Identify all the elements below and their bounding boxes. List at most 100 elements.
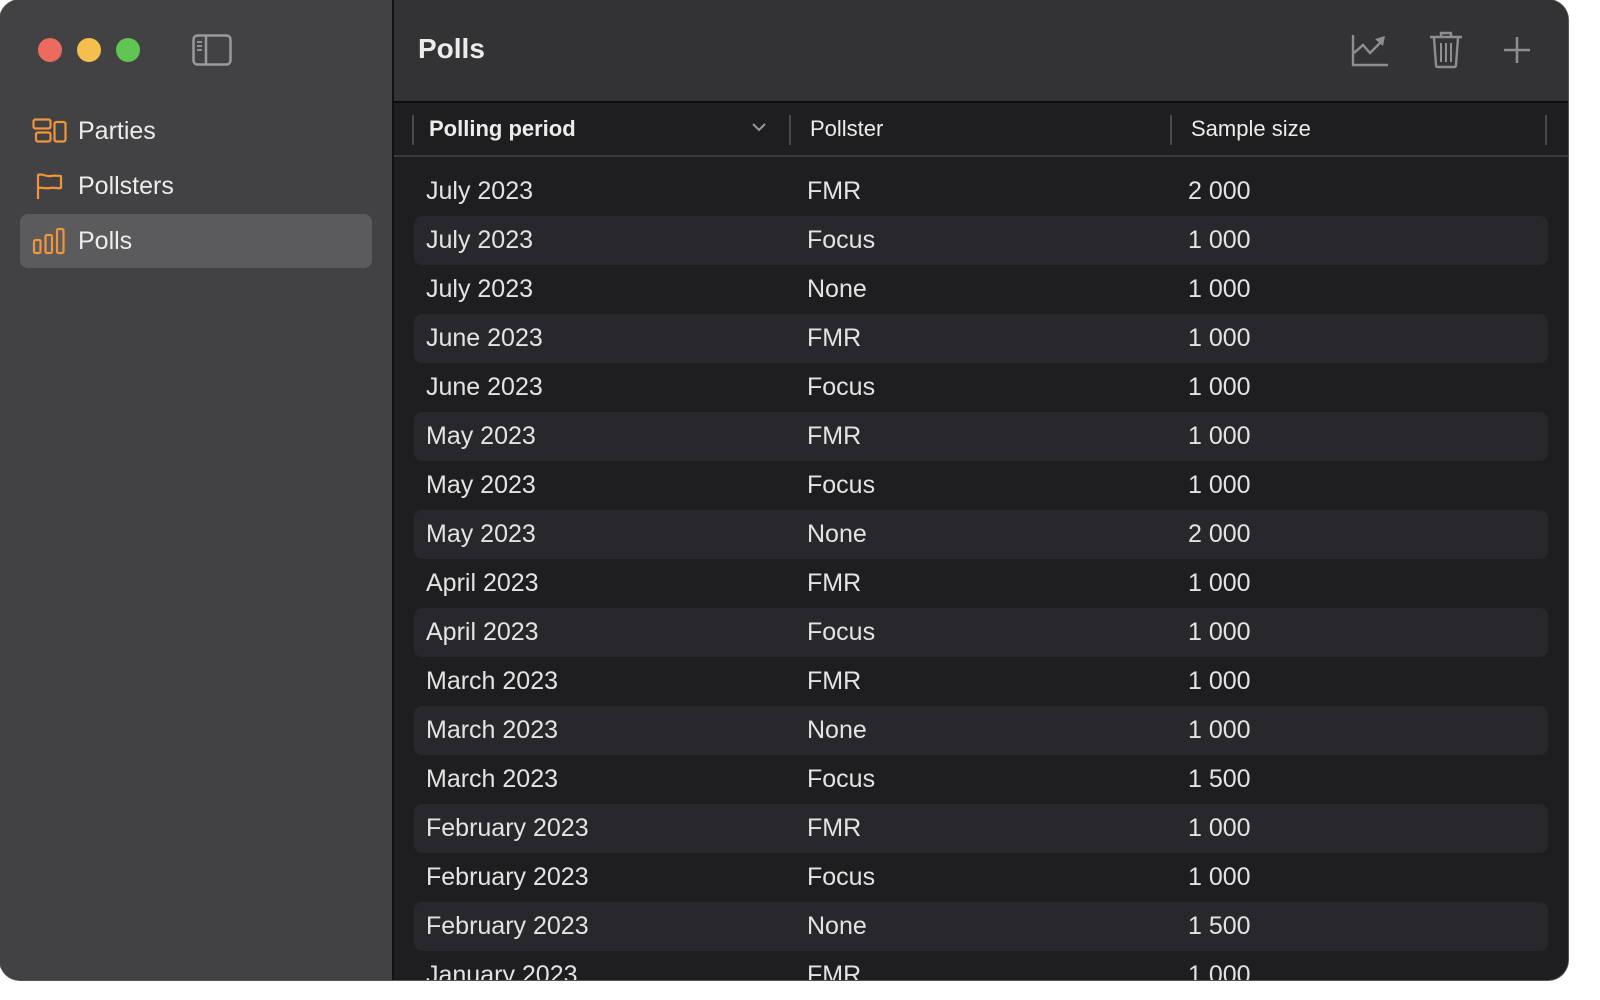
chevron-down-icon xyxy=(752,123,766,132)
table-row[interactable]: July 2023 FMR 2 000 xyxy=(414,167,1548,216)
cell-pollster: None xyxy=(807,912,867,940)
table-row[interactable]: February 2023 FMR 1 000 xyxy=(414,804,1548,853)
cell-polling-period: February 2023 xyxy=(426,863,589,891)
column-divider[interactable] xyxy=(412,115,414,145)
cell-polling-period: July 2023 xyxy=(426,275,534,303)
table-row[interactable]: June 2023 Focus 1 000 xyxy=(414,363,1548,412)
trash-icon xyxy=(1430,31,1462,69)
cell-pollster: Focus xyxy=(807,471,876,499)
cell-sample-size: 1 000 xyxy=(1188,716,1251,744)
column-header-label: Pollster xyxy=(810,116,884,141)
page-title: Polls xyxy=(418,33,485,64)
cell-pollster: FMR xyxy=(807,177,862,205)
column-divider[interactable] xyxy=(1545,115,1547,145)
cell-polling-period: April 2023 xyxy=(426,569,539,597)
cell-pollster: Focus xyxy=(807,618,876,646)
sidebar-nav: Parties Pollsters Polls xyxy=(20,104,372,269)
cell-pollster: FMR xyxy=(807,667,862,695)
plus-icon xyxy=(1504,37,1530,63)
sidebar-item-label: Parties xyxy=(78,116,156,145)
cell-pollster: Focus xyxy=(807,863,876,891)
app-window: Parties Pollsters Polls Polls Polling pe… xyxy=(0,0,1568,980)
column-header-sample-size[interactable]: Sample size xyxy=(1191,103,1541,155)
cell-sample-size: 1 000 xyxy=(1188,422,1251,450)
chart-line-uptrend-icon xyxy=(1351,35,1388,67)
column-header-polling-period[interactable]: Polling period xyxy=(429,103,779,155)
add-poll-button[interactable] xyxy=(1497,30,1537,70)
table-row[interactable]: July 2023 None 1 000 xyxy=(414,265,1548,314)
chart-button[interactable] xyxy=(1350,30,1390,70)
sidebar-item-label: Polls xyxy=(78,226,133,255)
sidebar-left-icon xyxy=(192,34,232,66)
table-row[interactable]: March 2023 Focus 1 500 xyxy=(414,755,1548,804)
table-row[interactable]: March 2023 FMR 1 000 xyxy=(414,657,1548,706)
cell-polling-period: May 2023 xyxy=(426,422,536,450)
close-window-button[interactable] xyxy=(38,38,62,62)
window-controls xyxy=(38,38,140,62)
cell-polling-period: April 2023 xyxy=(426,618,539,646)
cell-sample-size: 1 000 xyxy=(1188,373,1251,401)
cell-sample-size: 1 000 xyxy=(1188,226,1251,254)
bar-chart-icon xyxy=(32,227,68,255)
cell-pollster: Focus xyxy=(807,373,876,401)
cell-polling-period: February 2023 xyxy=(426,814,589,842)
cell-sample-size: 1 000 xyxy=(1188,814,1251,842)
sidebar-item-label: Pollsters xyxy=(78,171,174,200)
table-row[interactable]: May 2023 Focus 1 000 xyxy=(414,461,1548,510)
table-row[interactable]: May 2023 None 2 000 xyxy=(414,510,1548,559)
cell-sample-size: 1 000 xyxy=(1188,667,1251,695)
cell-sample-size: 1 000 xyxy=(1188,863,1251,891)
sidebar-toggle-button[interactable] xyxy=(192,34,232,66)
table-row[interactable]: January 2023 FMR 1 000 xyxy=(414,951,1548,980)
delete-button[interactable] xyxy=(1426,30,1466,70)
cell-sample-size: 1 000 xyxy=(1188,324,1251,352)
sidebar: Parties Pollsters Polls xyxy=(0,0,394,980)
cell-pollster: Focus xyxy=(807,226,876,254)
column-header-label: Sample size xyxy=(1191,116,1311,141)
cell-polling-period: May 2023 xyxy=(426,471,536,499)
cell-sample-size: 1 000 xyxy=(1188,569,1251,597)
cell-pollster: FMR xyxy=(807,961,862,980)
cell-pollster: Focus xyxy=(807,765,876,793)
cell-pollster: FMR xyxy=(807,324,862,352)
cell-sample-size: 1 000 xyxy=(1188,961,1251,980)
cell-sample-size: 1 500 xyxy=(1188,765,1251,793)
main-content: Polls Polling period Pollster Sample siz… xyxy=(394,0,1568,980)
table-row[interactable]: March 2023 None 1 000 xyxy=(414,706,1548,755)
cell-pollster: None xyxy=(807,716,867,744)
zoom-window-button[interactable] xyxy=(116,38,140,62)
cell-sample-size: 2 000 xyxy=(1188,177,1251,205)
column-divider[interactable] xyxy=(1170,115,1172,145)
cell-polling-period: June 2023 xyxy=(426,373,543,401)
column-header-pollster[interactable]: Pollster xyxy=(810,103,1170,155)
toolbar: Polls xyxy=(394,0,1568,103)
column-header-label: Polling period xyxy=(429,116,576,141)
sidebar-item-parties[interactable]: Parties xyxy=(20,104,372,158)
table-row[interactable]: May 2023 FMR 1 000 xyxy=(414,412,1548,461)
cell-pollster: FMR xyxy=(807,814,862,842)
cell-sample-size: 1 000 xyxy=(1188,275,1251,303)
table-row[interactable]: June 2023 FMR 1 000 xyxy=(414,314,1548,363)
table-row[interactable]: April 2023 Focus 1 000 xyxy=(414,608,1548,657)
column-divider[interactable] xyxy=(789,115,791,145)
cell-polling-period: June 2023 xyxy=(426,324,543,352)
sidebar-item-polls[interactable]: Polls xyxy=(20,214,372,268)
cell-polling-period: March 2023 xyxy=(426,765,559,793)
table-header: Polling period Pollster Sample size xyxy=(394,103,1568,157)
table-row[interactable]: February 2023 None 1 500 xyxy=(414,902,1548,951)
cell-pollster: FMR xyxy=(807,569,862,597)
table-body: July 2023 FMR 2 000 July 2023 Focus 1 000 July… xyxy=(414,167,1548,980)
cell-sample-size: 1 500 xyxy=(1188,912,1251,940)
table-row[interactable]: July 2023 Focus 1 000 xyxy=(414,216,1548,265)
cell-pollster: FMR xyxy=(807,422,862,450)
table-row[interactable]: April 2023 FMR 1 000 xyxy=(414,559,1548,608)
table-row[interactable]: February 2023 Focus 1 000 xyxy=(414,853,1548,902)
flag-icon xyxy=(32,172,68,200)
cell-sample-size: 1 000 xyxy=(1188,618,1251,646)
cell-polling-period: January 2023 xyxy=(426,961,578,980)
sidebar-item-pollsters[interactable]: Pollsters xyxy=(20,159,372,213)
minimize-window-button[interactable] xyxy=(77,38,101,62)
cell-polling-period: February 2023 xyxy=(426,912,589,940)
cell-polling-period: March 2023 xyxy=(426,667,559,695)
cell-polling-period: July 2023 xyxy=(426,226,534,254)
